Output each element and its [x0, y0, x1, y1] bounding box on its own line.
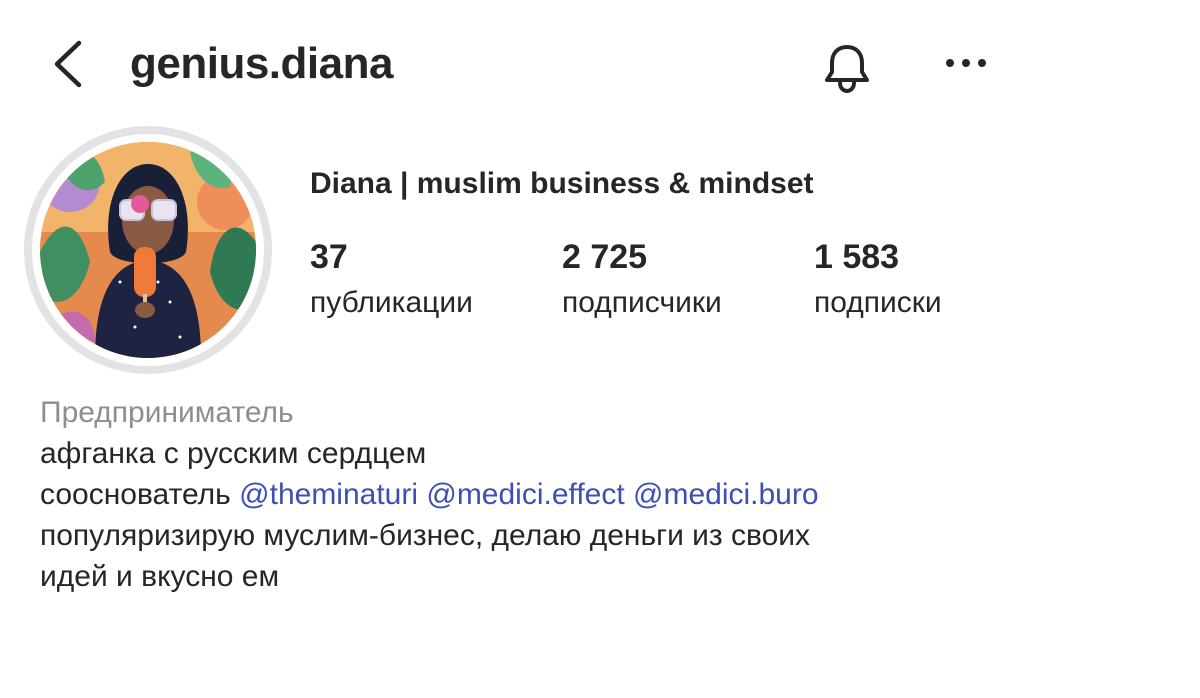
- avatar-inner-border: [32, 134, 264, 366]
- stat-followers[interactable]: 2 725 подписчики: [562, 234, 722, 323]
- mention-link-medici-effect[interactable]: @medici.effect: [426, 478, 624, 511]
- stat-posts[interactable]: 37 публикации: [310, 234, 473, 323]
- bio-line: афганка с русским сердцем: [40, 437, 427, 470]
- more-options-button[interactable]: [936, 40, 996, 86]
- avatar-image: [40, 142, 256, 358]
- bio-line: популяризирую муслим-бизнес, делаю деньг…: [40, 519, 811, 552]
- profile-full-name: Diana | muslim business & mindset: [310, 167, 814, 200]
- notifications-button[interactable]: [812, 34, 882, 100]
- mention-link-medici-buro[interactable]: @medici.buro: [633, 478, 819, 511]
- bio-line: идей и вкусно ем: [40, 560, 280, 593]
- stat-following-label: подписки: [814, 286, 942, 319]
- stat-followers-count: 2 725: [562, 238, 648, 276]
- profile-avatar[interactable]: [24, 126, 272, 374]
- back-button[interactable]: [40, 34, 96, 94]
- stat-followers-label: подписчики: [562, 286, 722, 319]
- mention-link-theminaturi[interactable]: @theminaturi: [239, 478, 418, 511]
- profile-bio: Предприниматель афганка с русским сердце…: [40, 392, 1160, 597]
- stat-following-count: 1 583: [814, 238, 900, 276]
- bio-line-mentions: сооснователь @theminaturi @medici.effect…: [40, 474, 1160, 515]
- bio-line-prefix: сооснователь: [40, 478, 231, 511]
- stat-posts-label: публикации: [310, 286, 473, 319]
- stat-posts-count: 37: [310, 238, 348, 276]
- profile-category: Предприниматель: [40, 396, 294, 429]
- profile-username: genius.diana: [130, 39, 393, 88]
- more-dots-icon: [946, 59, 986, 67]
- profile-header: genius.diana: [0, 0, 1200, 130]
- bell-icon: [825, 45, 869, 94]
- chevron-left-icon: [54, 40, 82, 88]
- stat-following[interactable]: 1 583 подписки: [814, 234, 942, 323]
